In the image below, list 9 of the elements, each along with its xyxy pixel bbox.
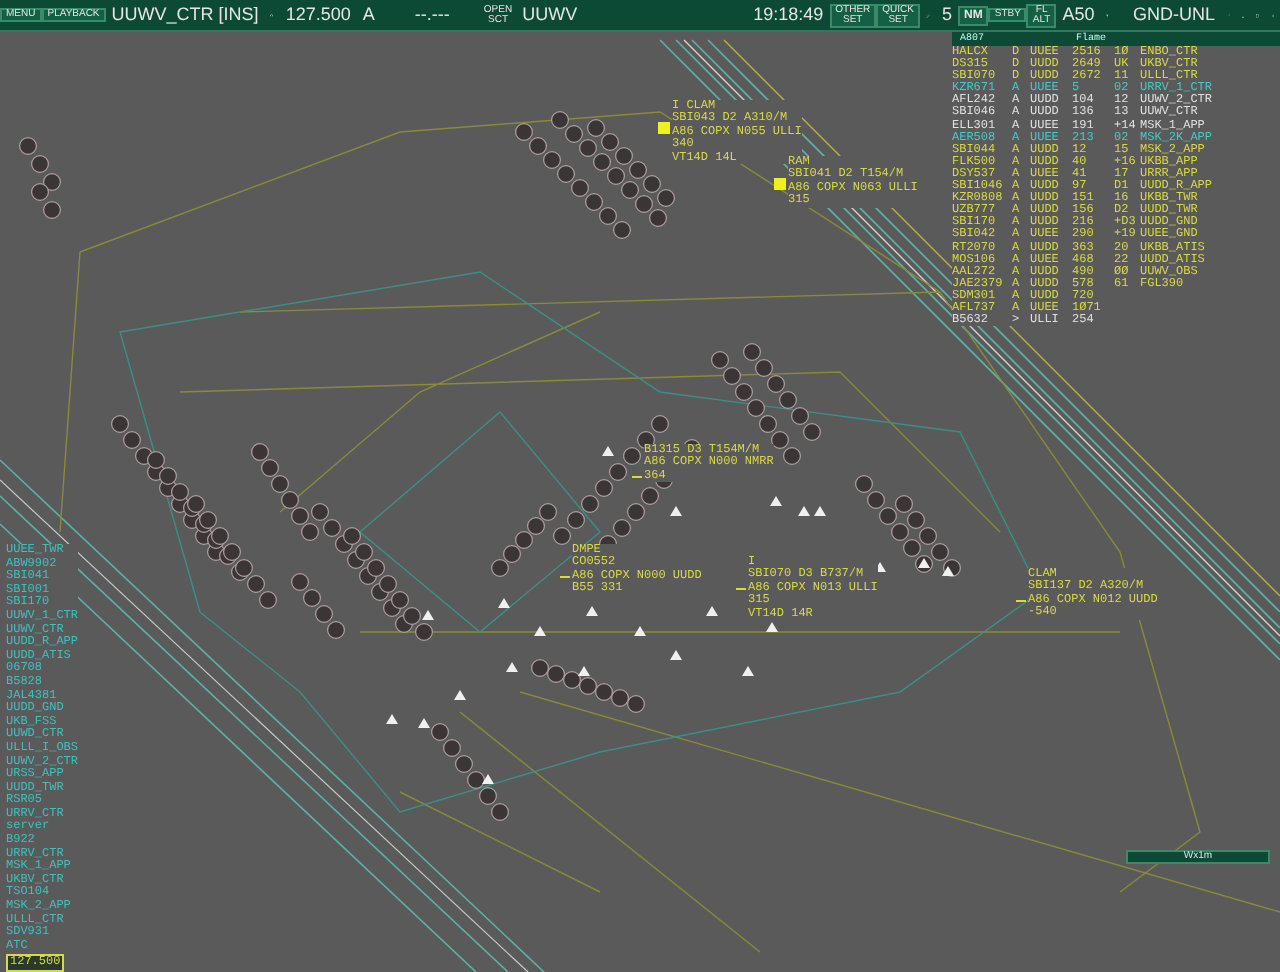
sector-code: UUWV xyxy=(520,6,580,24)
level-readout: A50 xyxy=(1060,6,1097,24)
range-readout: 5 xyxy=(940,6,955,24)
mode-readout: A xyxy=(360,6,377,24)
frequency-readout: 127.500 xyxy=(283,6,353,24)
altitude-filter: GND-UNL xyxy=(1131,6,1218,24)
secondary-frequency: --.--- xyxy=(412,6,452,24)
clock-time: 19:18:49 xyxy=(751,6,826,24)
sector-name: UUWV_CTR [INS] xyxy=(109,6,261,24)
